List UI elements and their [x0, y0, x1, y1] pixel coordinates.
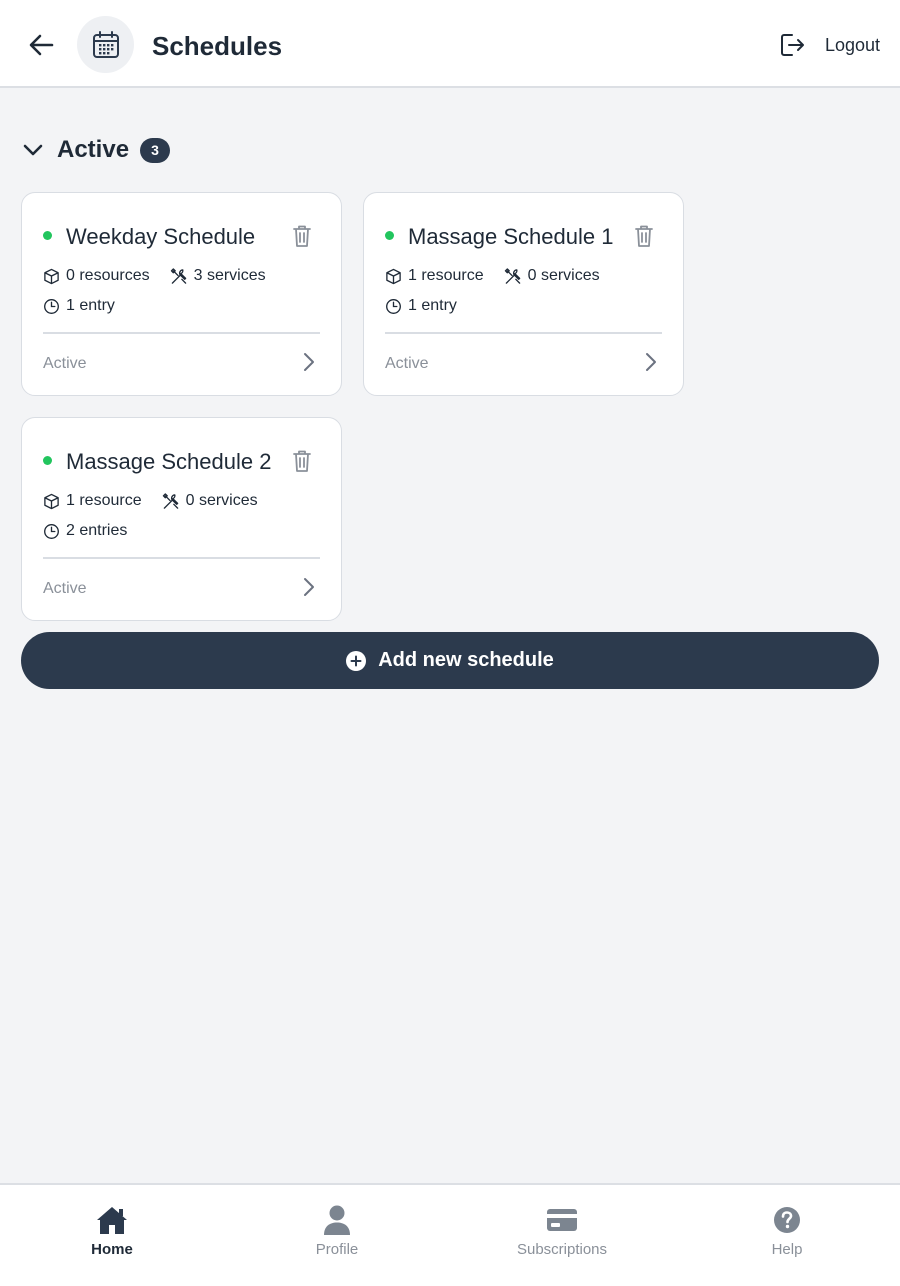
tools-icon: [504, 267, 520, 284]
page-title: Schedules: [152, 31, 283, 61]
calendar-icon: [92, 30, 119, 58]
tools-icon: [162, 492, 178, 509]
entries-label: 1 entry: [66, 297, 115, 314]
services-count: 0 services: [504, 267, 600, 285]
resources-count: 1 resource: [385, 267, 484, 285]
delete-button[interactable]: [632, 223, 656, 249]
schedule-card[interactable]: Weekday Schedule 0 resources 3 services …: [21, 192, 342, 396]
entries-count: 1 entry: [385, 297, 457, 315]
status-text: Active: [43, 355, 87, 372]
clock-icon: [44, 298, 59, 314]
nav-subscriptions[interactable]: Subscriptions: [472, 1203, 652, 1258]
schedule-meta-row: 1 resource 0 services: [43, 492, 258, 510]
user-icon: [324, 1205, 350, 1235]
section-title: Active: [57, 136, 130, 163]
delete-button[interactable]: [290, 223, 314, 249]
resources-label: 1 resource: [408, 267, 484, 284]
cube-icon: [386, 268, 401, 284]
services-count: 3 services: [170, 267, 266, 285]
add-schedule-label: Add new schedule: [378, 649, 554, 671]
schedule-meta-row: 1 resource 0 services: [385, 267, 600, 285]
clock-icon: [386, 298, 401, 314]
schedule-meta-row: 0 resources 3 services: [43, 267, 266, 285]
plus-circle-icon: [346, 650, 367, 671]
logout-button[interactable]: Logout: [779, 30, 880, 60]
schedule-name: Massage Schedule 2: [66, 449, 272, 474]
schedule-name: Massage Schedule 1: [408, 224, 614, 249]
chevron-down-icon: [22, 139, 44, 161]
clock-icon: [44, 523, 59, 539]
card-divider: [43, 332, 320, 334]
schedule-card[interactable]: Massage Schedule 1 1 resource 0 services…: [363, 192, 684, 396]
cube-icon: [44, 493, 59, 509]
nav-profile-label: Profile: [315, 1241, 359, 1258]
calendar-icon-badge: [77, 16, 134, 73]
services-count: 0 services: [162, 492, 258, 510]
services-label: 3 services: [193, 267, 266, 284]
status-text: Active: [385, 355, 429, 372]
services-label: 0 services: [185, 492, 258, 509]
entries-count: 1 entry: [43, 297, 115, 315]
status-text: Active: [43, 580, 87, 597]
credit-card-icon: [547, 1209, 577, 1231]
trash-icon: [293, 225, 311, 247]
trash-icon: [635, 225, 653, 247]
nav-home-label: Home: [91, 1241, 133, 1258]
schedule-card[interactable]: Massage Schedule 2 1 resource 0 services…: [21, 417, 342, 621]
cube-icon: [44, 268, 59, 284]
logout-icon: [780, 34, 804, 56]
nav-subscriptions-label: Subscriptions: [516, 1241, 608, 1258]
resources-label: 0 resources: [66, 267, 150, 284]
card-divider: [385, 332, 662, 334]
entries-count: 2 entries: [43, 522, 127, 540]
card-divider: [43, 557, 320, 559]
back-button[interactable]: [24, 28, 58, 62]
top-app-bar: Schedules Logout: [0, 0, 900, 88]
trash-icon: [293, 450, 311, 472]
resources-label: 1 resource: [66, 492, 142, 509]
schedule-name: Weekday Schedule: [66, 224, 256, 249]
arrow-left-icon: [29, 34, 54, 56]
add-schedule-button[interactable]: Add new schedule: [21, 632, 879, 689]
nav-profile[interactable]: Profile: [247, 1203, 427, 1258]
status-dot: [43, 456, 52, 465]
chevron-right-icon: [642, 351, 660, 373]
services-label: 0 services: [527, 267, 600, 284]
bottom-navigation: Home Profile Subscriptions Help: [0, 1183, 900, 1286]
delete-button[interactable]: [290, 448, 314, 474]
help-circle-icon: [774, 1207, 800, 1233]
chevron-right-icon: [300, 576, 318, 598]
chevron-right-icon: [300, 351, 318, 373]
status-dot: [385, 231, 394, 240]
tools-icon: [170, 267, 186, 284]
entries-label: 2 entries: [66, 522, 128, 539]
active-section-toggle[interactable]: Active 3: [22, 134, 171, 166]
resources-count: 1 resource: [43, 492, 142, 510]
resources-count: 0 resources: [43, 267, 150, 285]
count-badge: 3: [140, 137, 171, 163]
nav-help[interactable]: Help: [697, 1203, 877, 1258]
logout-label: Logout: [824, 34, 880, 55]
nav-help-label: Help: [771, 1241, 803, 1258]
nav-home[interactable]: Home: [22, 1203, 202, 1258]
status-dot: [43, 231, 52, 240]
entries-label: 1 entry: [408, 297, 457, 314]
home-icon: [97, 1207, 127, 1234]
